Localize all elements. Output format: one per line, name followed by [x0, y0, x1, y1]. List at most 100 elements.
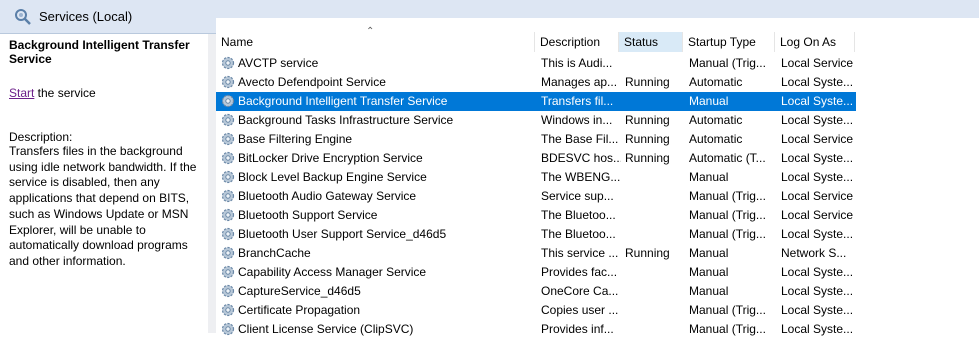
service-row[interactable]: Certificate Propagation Copies user ... Ma… [216, 301, 856, 320]
service-logon-cell: Local Service [781, 189, 854, 203]
service-row[interactable]: CaptureService_d46d5 OneCore Ca... Manual L… [216, 282, 856, 301]
service-name-cell: Background Intelligent Transfer Service [238, 94, 448, 108]
service-status-cell: Running [625, 151, 670, 165]
service-logon-cell: Local Syste... [781, 151, 854, 165]
column-header-log-on-as[interactable]: Log On As [775, 32, 855, 52]
service-description-cell: Transfers fil... [541, 94, 614, 108]
service-logon-cell: Local Service [781, 56, 854, 70]
service-logon-cell: Local Syste... [781, 284, 854, 298]
service-name-cell: BitLocker Drive Encryption Service [238, 151, 423, 165]
service-gear-icon [220, 55, 236, 71]
service-gear-icon [220, 321, 236, 337]
service-gear-icon [220, 283, 236, 299]
service-logon-cell: Local Syste... [781, 94, 854, 108]
panel-divider[interactable] [208, 34, 216, 333]
service-gear-icon [220, 226, 236, 242]
service-name-cell: Background Tasks Infrastructure Service [238, 113, 454, 127]
service-row[interactable]: Avecto Defendpoint Service Manages ap... R… [216, 73, 856, 92]
service-gear-icon [220, 245, 236, 261]
column-header-status[interactable]: Status [619, 32, 683, 52]
service-gear-icon [220, 207, 236, 223]
column-header-name[interactable]: Name [216, 32, 535, 52]
service-status-cell: Running [625, 132, 670, 146]
service-logon-cell: Local Syste... [781, 170, 854, 184]
service-logon-cell: Local Syste... [781, 75, 854, 89]
service-startup-cell: Automatic (T... [689, 151, 766, 165]
service-description-cell: BDESVC hos... [541, 151, 621, 165]
service-row[interactable]: BitLocker Drive Encryption Service BDESVC… [216, 149, 856, 168]
service-description-cell: The WBENG... [541, 170, 621, 184]
column-header-startup-type[interactable]: Startup Type [683, 32, 775, 52]
service-name-cell: Bluetooth Support Service [238, 208, 378, 222]
service-description-cell: The Bluetoo... [541, 227, 616, 241]
service-gear-icon [220, 169, 236, 185]
service-startup-cell: Manual (Trig... [689, 322, 766, 336]
service-row[interactable]: Bluetooth Audio Gateway Service Service s… [216, 187, 856, 206]
service-row[interactable]: Capability Access Manager Service Provide… [216, 263, 856, 282]
services-list[interactable]: ⌃ Name Description Status Startup Type L… [216, 18, 979, 336]
service-startup-cell: Automatic [689, 132, 743, 146]
service-row[interactable]: Background Tasks Infrastructure Service W… [216, 111, 856, 130]
service-startup-cell: Manual (Trig... [689, 208, 766, 222]
service-name-cell: Avecto Defendpoint Service [238, 75, 386, 89]
service-name-cell: Bluetooth User Support Service_d46d5 [238, 227, 447, 241]
service-gear-icon [220, 74, 236, 90]
service-startup-cell: Manual [689, 170, 729, 184]
service-logon-cell: Local Syste... [781, 322, 854, 336]
service-row[interactable]: Bluetooth Support Service The Bluetoo... M… [216, 206, 856, 225]
service-row[interactable]: BranchCache This service ... Running Manual… [216, 244, 856, 263]
service-gear-icon [220, 302, 236, 318]
service-row[interactable]: Bluetooth User Support Service_d46d5 The … [216, 225, 856, 244]
service-row[interactable]: Base Filtering Engine The Base Fil... Runn… [216, 130, 856, 149]
service-logon-cell: Local Syste... [781, 265, 854, 279]
service-logon-cell: Local Syste... [781, 303, 854, 317]
service-row[interactable]: AVCTP service This is Audi... Manual (Trig… [216, 54, 856, 73]
service-description-cell: Manages ap... [541, 75, 618, 89]
service-gear-icon [220, 112, 236, 128]
service-name-cell: Block Level Backup Engine Service [238, 170, 427, 184]
service-gear-icon [220, 264, 236, 280]
service-action: Start the service [9, 86, 96, 100]
action-suffix: the service [34, 86, 96, 100]
service-startup-cell: Manual (Trig... [689, 227, 766, 241]
service-startup-cell: Automatic [689, 75, 743, 89]
description-label: Description: [9, 130, 73, 144]
start-service-link[interactable]: Start [9, 86, 34, 100]
service-description: Transfers files in the background using … [9, 144, 197, 268]
service-startup-cell: Automatic [689, 113, 743, 127]
service-description-cell: This service ... [541, 246, 619, 260]
service-description-cell: OneCore Ca... [541, 284, 619, 298]
service-row[interactable]: Block Level Backup Engine Service The WBE… [216, 168, 856, 187]
service-detail-panel: Background Intelligent Transfer Service … [0, 34, 208, 333]
service-status-cell: Running [625, 75, 670, 89]
magnifier-gear-icon [15, 9, 31, 25]
service-name-cell: Base Filtering Engine [238, 132, 353, 146]
service-name-cell: CaptureService_d46d5 [238, 284, 361, 298]
service-logon-cell: Local Service [781, 208, 854, 222]
service-row[interactable]: Client License Service (ClipSVC) Provides… [216, 320, 856, 339]
service-startup-cell: Manual (Trig... [689, 56, 766, 70]
service-name-cell: Client License Service (ClipSVC) [238, 322, 414, 336]
service-description-cell: The Bluetoo... [541, 208, 616, 222]
service-gear-icon [220, 93, 236, 109]
service-status-cell: Running [625, 246, 670, 260]
service-description-cell: The Base Fil... [541, 132, 619, 146]
service-name-cell: Capability Access Manager Service [238, 265, 427, 279]
column-header-description[interactable]: Description [535, 32, 619, 52]
service-startup-cell: Manual (Trig... [689, 189, 766, 203]
service-name-cell: Certificate Propagation [238, 303, 361, 317]
service-status-cell: Running [625, 113, 670, 127]
service-name-cell: BranchCache [238, 246, 311, 260]
header-title: Services (Local) [39, 9, 133, 24]
service-gear-icon [220, 150, 236, 166]
service-row[interactable]: Background Intelligent Transfer Service T… [216, 92, 856, 111]
service-startup-cell: Manual [689, 265, 729, 279]
service-logon-cell: Local Syste... [781, 227, 854, 241]
service-description-cell: Provides fac... [541, 265, 618, 279]
service-gear-icon [220, 188, 236, 204]
service-gear-icon [220, 131, 236, 147]
service-description-cell: Provides inf... [541, 322, 614, 336]
service-startup-cell: Manual (Trig... [689, 303, 766, 317]
service-description-cell: Service sup... [541, 189, 614, 203]
service-description-cell: Copies user ... [541, 303, 619, 317]
